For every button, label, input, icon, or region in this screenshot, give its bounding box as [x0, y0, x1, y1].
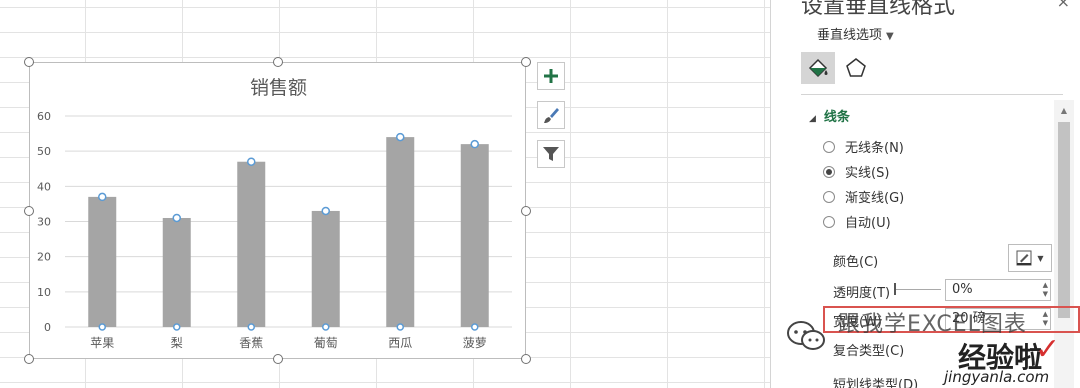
y-tick-label: 60: [37, 110, 51, 123]
vertical-line-top-marker[interactable]: [396, 132, 405, 142]
chat-bubble-icon: [787, 321, 825, 350]
sheet-column-line: [764, 0, 765, 388]
close-icon[interactable]: ×: [1057, 0, 1070, 11]
bar-葡萄[interactable]: [311, 210, 340, 327]
transparency-input[interactable]: 0% ▲ ▼: [945, 279, 1051, 301]
radio-gradient-line[interactable]: 渐变线(G): [823, 187, 904, 206]
brush-icon: [544, 108, 559, 123]
radio-label: 实线(S): [845, 166, 890, 181]
resize-handle[interactable]: [521, 57, 531, 67]
pen-color-icon: [1016, 250, 1032, 266]
watermark-site: jingyanla.com: [944, 368, 1050, 386]
transparency-value: 0%: [952, 282, 973, 297]
slider-thumb[interactable]: [894, 283, 896, 295]
radio-label: 自动(U): [845, 216, 891, 231]
spinner-arrows-icon[interactable]: ▲ ▼: [1043, 281, 1048, 299]
x-tick-label: 梨: [171, 336, 183, 350]
x-tick-label: 菠萝: [463, 336, 487, 350]
resize-handle[interactable]: [272, 57, 283, 67]
radio-icon: [823, 190, 835, 203]
vertical-line-bottom-marker[interactable]: [173, 323, 181, 331]
chart-plot[interactable]: 0 10 20 30 40 50 60 苹果 梨 香蕉 葡萄 西瓜 菠萝: [30, 63, 527, 360]
vertical-line-bottom-marker[interactable]: [396, 323, 404, 331]
vertical-line-top-marker[interactable]: [470, 139, 479, 149]
filter-icon: [543, 147, 559, 161]
color-label: 颜色(C): [833, 255, 879, 270]
radio-icon: [823, 140, 835, 153]
fill-line-tab[interactable]: [801, 52, 835, 84]
pane-divider: [801, 94, 1063, 95]
color-picker-button[interactable]: ▼: [1008, 244, 1052, 272]
paint-bucket-icon: [808, 58, 828, 78]
sheet-row-line: [0, 382, 770, 383]
check-icon: ✓: [1035, 332, 1061, 367]
scrollbar-thumb[interactable]: [1058, 122, 1070, 318]
collapse-triangle-icon: ◢: [809, 114, 816, 124]
dropdown-arrow-icon: ▼: [1037, 253, 1044, 263]
y-tick-label: 40: [37, 180, 51, 193]
vertical-line-top-marker[interactable]: [172, 213, 181, 223]
line-section-header[interactable]: ◢ 线条: [809, 106, 850, 125]
plus-icon: [544, 69, 558, 83]
pentagon-icon: [846, 58, 866, 77]
sheet-row-line: [0, 7, 770, 8]
chart-area[interactable]: 销售额 0 10 20 30 40 50 60 苹果梨香蕉 葡萄 西瓜 菠萝: [29, 62, 526, 359]
vertical-line-top-marker[interactable]: [321, 206, 330, 216]
y-tick-label: 10: [37, 286, 51, 299]
resize-handle[interactable]: [24, 205, 34, 216]
bar-菠萝[interactable]: [460, 144, 489, 327]
bar-香蕉[interactable]: [237, 161, 266, 327]
x-tick-label: 葡萄: [314, 336, 338, 350]
radio-solid-line[interactable]: 实线(S): [823, 162, 889, 181]
y-tick-label: 20: [37, 251, 51, 264]
y-tick-label: 50: [37, 145, 51, 158]
transparency-slider[interactable]: [895, 289, 941, 290]
chart-elements-button[interactable]: [537, 62, 565, 90]
radio-no-line[interactable]: 无线条(N): [823, 137, 904, 156]
resize-handle[interactable]: [521, 205, 531, 216]
bar-西瓜[interactable]: [386, 137, 415, 327]
options-dropdown-label: 垂直线选项: [817, 28, 883, 43]
vertical-line-bottom-marker[interactable]: [98, 323, 106, 331]
bar-苹果[interactable]: [88, 196, 117, 327]
x-tick-label: 西瓜: [388, 336, 412, 350]
transparency-label: 透明度(T): [833, 286, 891, 301]
line-section-title: 线条: [823, 110, 850, 125]
y-tick-label: 0: [44, 321, 51, 334]
radio-automatic[interactable]: 自动(U): [823, 212, 891, 231]
sheet-column-line: [570, 0, 571, 388]
compound-type-label: 复合类型(C): [833, 344, 905, 359]
resize-handle[interactable]: [24, 57, 34, 67]
resize-handle[interactable]: [272, 354, 283, 364]
pane-title: 设置垂直线格式: [801, 0, 956, 19]
bar-梨[interactable]: [162, 217, 191, 327]
caret-down-icon: ▼: [886, 31, 894, 42]
radio-label: 渐变线(G): [845, 191, 905, 206]
vertical-line-bottom-marker[interactable]: [247, 323, 255, 331]
sheet-row-line: [0, 32, 770, 33]
chart-styles-button[interactable]: [537, 101, 565, 129]
options-dropdown[interactable]: 垂直线选项 ▼: [817, 24, 894, 43]
scroll-up-icon[interactable]: ▲: [1054, 100, 1074, 120]
effects-tab[interactable]: [839, 52, 873, 84]
resize-handle[interactable]: [521, 354, 531, 364]
sheet-row-line: [0, 57, 770, 58]
radio-label: 无线条(N): [845, 141, 904, 156]
vertical-line-bottom-marker[interactable]: [322, 323, 330, 331]
vertical-line-top-marker[interactable]: [98, 192, 107, 202]
dash-type-label: 短划线类型(D): [833, 378, 919, 388]
vertical-line-top-marker[interactable]: [247, 157, 256, 166]
y-tick-label: 30: [37, 216, 51, 229]
radio-checked-icon: [823, 165, 835, 178]
resize-handle[interactable]: [24, 354, 34, 364]
x-tick-label: 香蕉: [239, 336, 263, 350]
x-tick-label: 苹果: [90, 336, 114, 350]
vertical-line-bottom-marker[interactable]: [471, 323, 479, 331]
watermark-text: 跟我学EXCEL图表: [838, 312, 1027, 337]
sheet-column-line: [667, 0, 668, 388]
radio-icon: [823, 215, 835, 228]
chart-filters-button[interactable]: [537, 140, 565, 168]
